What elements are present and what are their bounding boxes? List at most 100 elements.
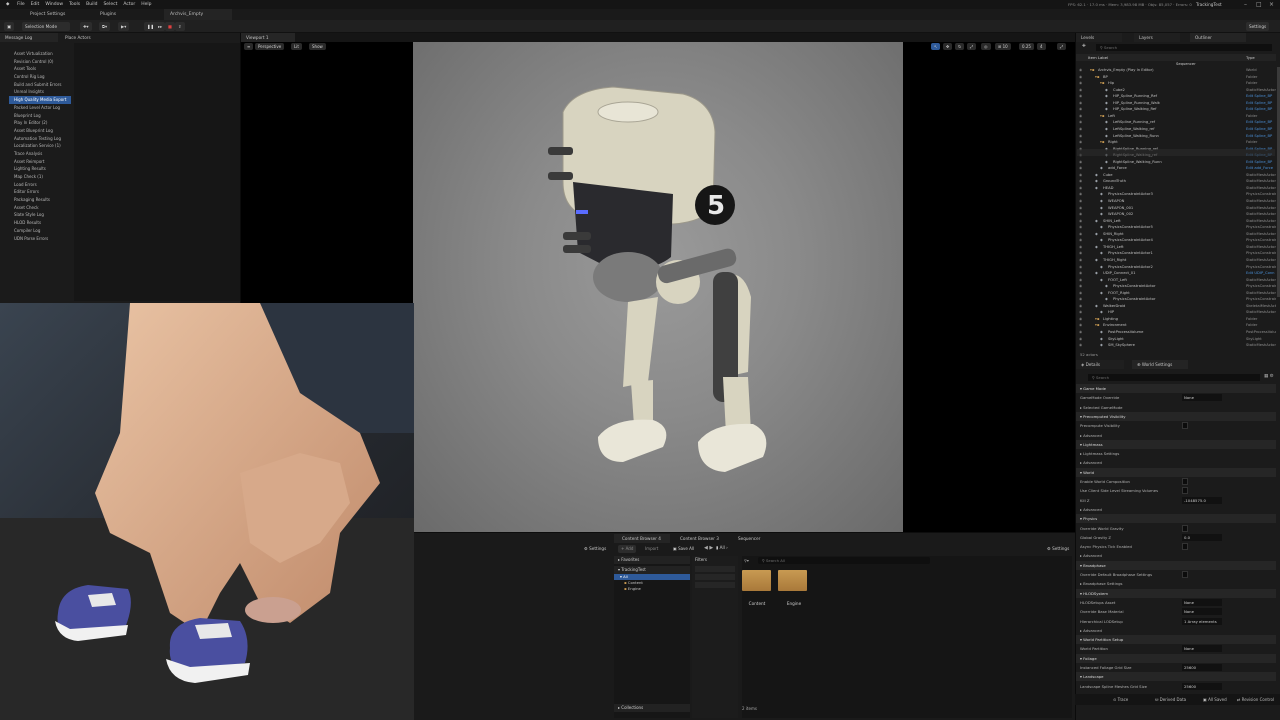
property-checkbox[interactable] xyxy=(1182,478,1188,485)
log-category-item[interactable]: Load Errors xyxy=(9,181,71,189)
minimize-icon[interactable]: – xyxy=(1244,0,1247,9)
log-category-item[interactable]: UDN Parse Errors xyxy=(9,235,71,243)
viewport-menu-icon[interactable]: ≡ xyxy=(244,43,254,50)
property-checkbox[interactable] xyxy=(1182,543,1188,551)
menu-actor[interactable]: Actor xyxy=(123,0,135,9)
menu-file[interactable]: File xyxy=(17,0,25,9)
details-property-row[interactable]: ▸ Advanced xyxy=(1080,458,1276,467)
import-button[interactable]: Import xyxy=(642,545,661,553)
log-category-item[interactable]: Compiler Log xyxy=(9,227,71,235)
menu-edit[interactable]: Edit xyxy=(31,0,40,9)
details-property-row[interactable]: Global Gravity Z 0.0 xyxy=(1080,533,1276,542)
close-icon[interactable]: × xyxy=(1269,0,1274,9)
property-value-field[interactable]: 1 Array elements xyxy=(1182,617,1222,625)
add-button[interactable]: + Add xyxy=(618,545,637,553)
log-category-item[interactable]: Automation Testing Log xyxy=(9,135,71,143)
tab-world-settings[interactable]: ⊕ World Settings xyxy=(1132,360,1188,369)
save-all-button[interactable]: ▣ Save All xyxy=(670,545,697,553)
filter-item[interactable] xyxy=(695,582,735,588)
details-section-header[interactable]: ▾ Precomputed Visibility xyxy=(1076,411,1276,421)
log-category-item[interactable]: HLOD Results xyxy=(9,219,71,227)
perspective-button[interactable]: Perspective xyxy=(255,43,285,50)
tab-content-browser-4[interactable]: Content Browser 4 xyxy=(614,534,670,543)
log-category-item[interactable]: Control Rig Log xyxy=(9,73,71,81)
scale-tool-icon[interactable]: ⤢ xyxy=(967,43,977,50)
tab-level[interactable]: Archvis_Empty xyxy=(164,9,232,20)
property-value-field[interactable]: None xyxy=(1182,598,1222,606)
grid-snap-button[interactable]: ⊞ 10 xyxy=(995,43,1011,50)
details-property-row[interactable]: Precompute Visibility xyxy=(1080,421,1276,430)
property-checkbox[interactable] xyxy=(1182,487,1188,495)
details-property-row[interactable]: ▸ Lightmass Settings xyxy=(1080,449,1276,458)
breadcrumb-all[interactable]: ▮ All › xyxy=(716,545,728,550)
property-value-field[interactable]: None xyxy=(1182,645,1222,653)
visibility-eye-icon[interactable]: ◉ xyxy=(1079,342,1082,349)
tab-plugins[interactable]: Plugins xyxy=(94,9,160,20)
log-category-item[interactable]: Map Check (1) xyxy=(9,173,71,181)
log-category-item[interactable]: Trace Analysis xyxy=(9,150,71,158)
collections-header[interactable]: ▸ Collections xyxy=(614,704,690,712)
column-type[interactable]: Type xyxy=(1246,54,1255,61)
log-category-item[interactable]: Blueprint Log xyxy=(9,112,71,120)
property-value-field[interactable]: 25600 xyxy=(1182,682,1222,690)
details-section-header[interactable]: ▾ Lightmass xyxy=(1076,439,1276,449)
history-back-icon[interactable]: ◀ ▶ xyxy=(704,545,713,551)
details-section-header[interactable]: ▾ World xyxy=(1076,467,1276,477)
details-property-row[interactable]: ▸ Advanced xyxy=(1080,626,1276,635)
menu-help[interactable]: Help xyxy=(141,0,151,9)
maximize-viewport-icon[interactable]: ⤢ xyxy=(1057,43,1067,50)
selection-mode-dropdown[interactable]: Selection Mode xyxy=(22,22,70,31)
menu-tools[interactable]: Tools xyxy=(69,0,80,9)
all-saved-button[interactable]: ▣ All Saved xyxy=(1203,694,1227,705)
tab-outliner[interactable]: Outliner xyxy=(1190,33,1246,42)
trace-button[interactable]: ⊙ Trace xyxy=(1113,694,1128,705)
details-property-row[interactable]: Hierarchical LODSetup 1 Array elements xyxy=(1080,617,1276,626)
property-checkbox[interactable] xyxy=(1182,524,1188,532)
details-property-row[interactable]: World Partition None xyxy=(1080,644,1276,653)
property-value-field[interactable]: 0.0 xyxy=(1182,533,1222,541)
tab-viewport-1[interactable]: Viewport 1 xyxy=(241,33,295,42)
scale-snap-button[interactable]: 0.25 xyxy=(1019,43,1034,50)
grid-view-icon[interactable]: ▦ ⚙ xyxy=(1264,374,1274,379)
details-property-row[interactable]: Use Client Side Level Streaming Volumes xyxy=(1080,486,1276,495)
log-category-item[interactable]: Play In Editor (2) xyxy=(9,119,71,127)
cinematics-icon[interactable]: ▶▾ xyxy=(118,22,130,31)
property-checkbox[interactable] xyxy=(1182,422,1188,430)
tree-item-engine[interactable]: ▪ Engine xyxy=(614,586,690,592)
details-property-row[interactable]: HLODSetups Asset None xyxy=(1080,598,1276,607)
property-value-field[interactable]: None xyxy=(1182,394,1222,402)
details-search-input[interactable]: ⚲ Search xyxy=(1088,374,1260,381)
property-value-field[interactable]: -1048575.0 xyxy=(1182,496,1222,504)
filter-item[interactable] xyxy=(695,566,735,572)
select-tool-icon[interactable]: ↖ xyxy=(931,43,941,50)
details-section-header[interactable]: ▾ World Partition Setup xyxy=(1076,635,1276,645)
details-property-row[interactable]: ▸ Selected GameMode xyxy=(1080,403,1276,412)
tab-message-log[interactable]: Message Log xyxy=(0,33,58,42)
revision-control-button[interactable]: ⇄ Revision Control xyxy=(1237,694,1274,705)
filter-item[interactable] xyxy=(695,574,735,580)
tab-sequencer[interactable]: Sequencer xyxy=(730,534,770,543)
log-category-item[interactable]: Asset Check xyxy=(9,204,71,212)
tab-place-actors[interactable]: Place Actors xyxy=(60,33,120,42)
log-category-item[interactable]: Slate Style Log xyxy=(9,211,71,219)
details-property-row[interactable]: Kill Z -1048575.0 xyxy=(1080,496,1276,505)
property-value-field[interactable]: 25600 xyxy=(1182,664,1222,671)
details-property-row[interactable]: Override Default Broadphase Settings xyxy=(1080,570,1276,579)
menu-build[interactable]: Build xyxy=(86,0,97,9)
details-property-row[interactable]: Async Physics Tick Enabled xyxy=(1080,542,1276,551)
tab-project-settings[interactable]: Project Settings xyxy=(24,9,90,20)
details-section-header[interactable]: ▾ Physics xyxy=(1076,514,1276,524)
asset-search-input[interactable]: ⚲ Search All xyxy=(758,557,930,564)
log-category-item[interactable]: Build and Submit Errors xyxy=(9,81,71,89)
log-category-item[interactable]: Packed Level Actor Log xyxy=(9,104,71,112)
settings-button[interactable]: Settings xyxy=(1246,22,1270,31)
favorites-header[interactable]: ▸ Favorites xyxy=(614,556,690,564)
lit-button[interactable]: Lit xyxy=(291,43,302,50)
tab-layers[interactable]: Layers xyxy=(1134,33,1180,42)
filters-header[interactable]: Filters xyxy=(692,556,738,564)
world-local-icon[interactable]: ◎ xyxy=(981,43,991,50)
details-section-header[interactable]: ▾ Foliage xyxy=(1076,653,1276,663)
quick-add-icon[interactable]: ✚▾ xyxy=(80,22,92,31)
log-category-item[interactable]: Editor Errors xyxy=(9,188,71,196)
rotate-tool-icon[interactable]: ↻ xyxy=(955,43,965,50)
